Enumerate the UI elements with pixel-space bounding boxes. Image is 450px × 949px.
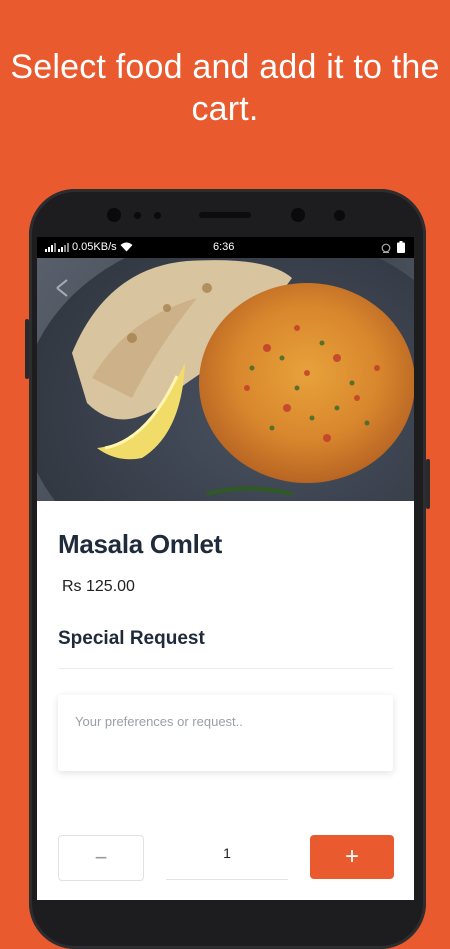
battery-icon — [397, 241, 405, 253]
front-camera — [107, 208, 121, 222]
item-price: Rs 125.00 — [62, 578, 135, 595]
omelette-photo — [37, 258, 414, 501]
alarm-icon — [381, 243, 391, 253]
sensor-dot — [154, 212, 161, 219]
decrease-quantity-button[interactable]: − — [58, 835, 144, 881]
food-image — [37, 258, 414, 501]
sensor-dot — [134, 212, 141, 219]
app-screen: 0.05KB/s 6:36 Masala Omlet Rs 125.00 Spe… — [37, 237, 414, 900]
item-name: Masala Omlet — [58, 529, 223, 559]
power-button — [426, 459, 430, 509]
promo-headline: Select food and add it to the cart. — [10, 48, 440, 128]
special-request-box[interactable] — [58, 695, 393, 771]
quantity-value: 1 — [166, 845, 288, 880]
increase-quantity-button[interactable]: + — [310, 835, 394, 879]
volume-button — [25, 319, 29, 379]
special-request-heading: Special Request — [58, 628, 205, 649]
divider — [58, 668, 393, 669]
back-arrow-icon — [56, 279, 68, 297]
light-sensor — [334, 210, 345, 221]
network-speed: 0.05KB/s — [72, 241, 117, 253]
special-request-input[interactable] — [73, 713, 377, 730]
quantity-stepper: − 1 + — [58, 835, 394, 881]
wifi-icon — [120, 242, 133, 252]
signal-icon — [45, 243, 69, 252]
earpiece-speaker — [199, 212, 251, 218]
clock: 6:36 — [213, 241, 235, 253]
status-bar: 0.05KB/s 6:36 — [37, 237, 414, 258]
proximity-sensor — [291, 208, 305, 222]
